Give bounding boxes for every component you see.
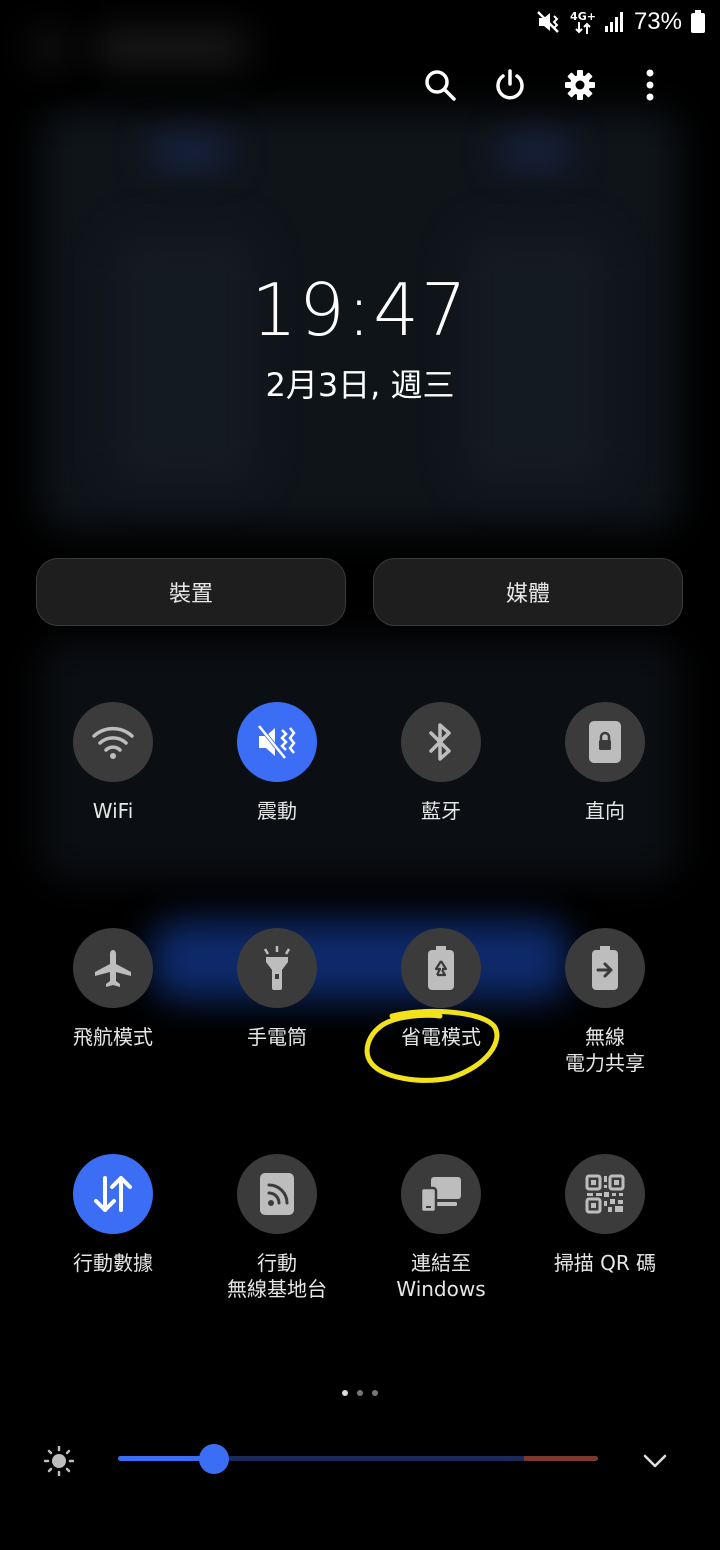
tile-flashlight-toggle[interactable] <box>237 928 317 1008</box>
quick-panel-actions <box>0 62 720 108</box>
tile-link-windows[interactable]: 連結至 Windows <box>361 1154 521 1302</box>
tile-label: 手電筒 <box>247 1025 307 1049</box>
gear-icon <box>565 70 595 100</box>
signal-bars-icon <box>604 12 623 32</box>
search-button[interactable] <box>417 62 463 108</box>
flashlight-icon <box>263 946 291 990</box>
page-dot[interactable] <box>357 1390 363 1396</box>
tile-airplane-toggle[interactable] <box>73 928 153 1008</box>
tile-label: 行動數據 <box>73 1251 153 1275</box>
tile-portrait[interactable]: 直向 <box>525 702 685 824</box>
power-icon <box>496 69 524 100</box>
brightness-thumb[interactable] <box>199 1444 229 1474</box>
wifi-icon <box>92 726 134 759</box>
media-button[interactable]: 媒體 <box>373 558 683 626</box>
page-dot[interactable] <box>342 1390 348 1396</box>
tile-label: 連結至 Windows <box>396 1251 486 1301</box>
search-icon <box>425 70 456 101</box>
settings-button[interactable] <box>557 62 603 108</box>
tile-wireless-powershare-toggle[interactable] <box>565 928 645 1008</box>
page-indicator <box>0 1390 720 1396</box>
mobile-data-icon <box>94 1176 132 1212</box>
portrait-lock-icon <box>589 721 621 763</box>
wireless-powershare-icon <box>592 946 618 990</box>
clock-date: 2月3日, 週三 <box>265 366 455 404</box>
mute-vibrate-icon <box>537 11 559 33</box>
tile-wifi-toggle[interactable] <box>73 702 153 782</box>
tile-label: 震動 <box>257 799 297 823</box>
tile-label: 直向 <box>585 799 625 823</box>
tile-airplane[interactable]: 飛航模式 <box>33 928 193 1050</box>
tile-wireless-powershare[interactable]: 無線 電力共享 <box>525 928 685 1076</box>
qr-code-icon <box>585 1174 625 1214</box>
tile-qr-scan[interactable]: 掃描 QR 碼 <box>525 1154 685 1276</box>
tile-flashlight[interactable]: 手電筒 <box>197 928 357 1050</box>
tile-portrait-toggle[interactable] <box>565 702 645 782</box>
tile-vibrate[interactable]: 震動 <box>197 702 357 824</box>
brightness-icon <box>44 1446 74 1476</box>
tile-label: 無線 電力共享 <box>565 1025 645 1075</box>
devices-button[interactable]: 裝置 <box>36 558 346 626</box>
tile-bluetooth-toggle[interactable] <box>401 702 481 782</box>
airplane-icon <box>95 950 131 987</box>
tile-mobile-data[interactable]: 行動數據 <box>33 1154 193 1276</box>
tile-label: 掃描 QR 碼 <box>553 1251 657 1275</box>
highlight-annotation <box>364 1008 500 1083</box>
tile-bluetooth[interactable]: 藍牙 <box>361 702 521 824</box>
tile-link-windows-toggle[interactable] <box>401 1154 481 1234</box>
bluetooth-icon <box>429 723 451 761</box>
tile-wifi[interactable]: WiFi <box>33 702 193 824</box>
tile-label: 行動 無線基地台 <box>227 1251 327 1301</box>
brightness-slider[interactable] <box>118 1456 598 1461</box>
brightness-bar <box>0 1440 720 1480</box>
tile-hotspot[interactable]: 行動 無線基地台 <box>197 1154 357 1302</box>
tile-power-saving-toggle[interactable] <box>401 928 481 1008</box>
status-bar: 4G+ 73% <box>536 6 706 38</box>
tile-vibrate-toggle[interactable] <box>237 702 317 782</box>
page-dot[interactable] <box>372 1390 378 1396</box>
more-vert-icon <box>646 69 654 101</box>
battery-percent: 73% <box>633 8 682 35</box>
more-options-button[interactable] <box>627 62 673 108</box>
chevron-down-icon[interactable] <box>640 1446 670 1476</box>
power-button[interactable] <box>487 62 533 108</box>
tile-mobile-data-toggle[interactable] <box>73 1154 153 1234</box>
tile-qr-scan-toggle[interactable] <box>565 1154 645 1234</box>
vibrate-icon <box>257 724 296 760</box>
link-windows-icon <box>419 1177 461 1214</box>
tile-label: WiFi <box>92 799 134 823</box>
clock-time: 19:47 <box>251 268 469 352</box>
lte-signal-icon: 4G+ <box>570 11 596 34</box>
battery-icon <box>691 10 705 33</box>
tile-label: 飛航模式 <box>73 1025 153 1049</box>
brightness-extra-range <box>524 1456 598 1461</box>
hotspot-icon <box>260 1173 294 1215</box>
tile-hotspot-toggle[interactable] <box>237 1154 317 1234</box>
tile-label: 藍牙 <box>421 799 461 823</box>
power-saving-icon <box>428 946 454 990</box>
